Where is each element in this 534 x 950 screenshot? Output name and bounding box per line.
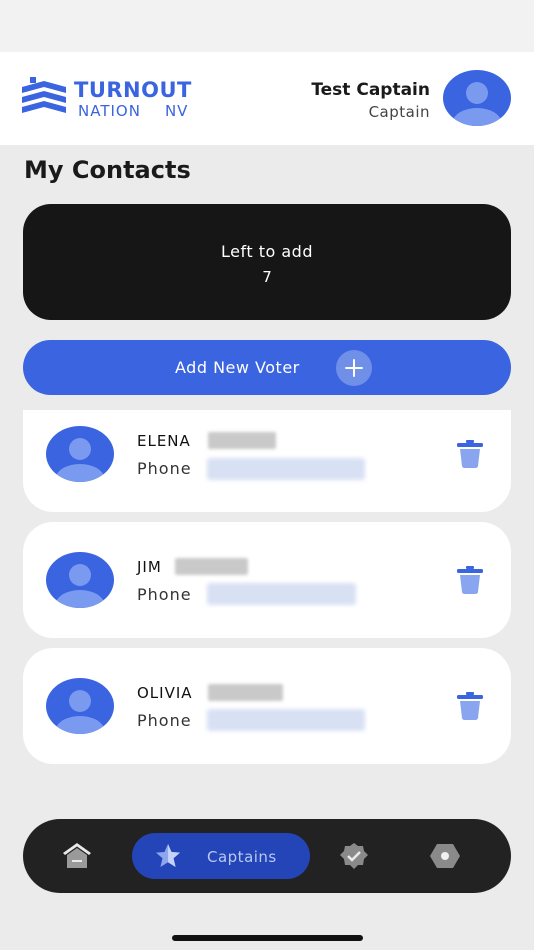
trash-icon[interactable] (457, 692, 483, 720)
badge-check-icon[interactable] (338, 841, 370, 871)
home-indicator (172, 935, 363, 941)
nav-captains-label: Captains (207, 848, 277, 866)
contact-name: JIM (137, 558, 162, 576)
redacted-last-name (208, 684, 283, 701)
add-new-voter-label: Add New Voter (175, 358, 300, 377)
avatar-icon (46, 426, 114, 482)
trash-icon[interactable] (457, 440, 483, 468)
contact-phone-label: Phone (137, 585, 192, 604)
brand-nation: NATION (78, 102, 141, 120)
nav-captains-tab[interactable]: Captains (132, 833, 310, 879)
settings-hex-icon[interactable] (429, 841, 461, 871)
contact-avatar (46, 552, 114, 608)
status-bar (0, 0, 534, 52)
redacted-last-name (175, 558, 248, 575)
avatar-icon (46, 678, 114, 734)
contact-card[interactable]: OLIVIA Phone (23, 648, 511, 764)
trash-icon[interactable] (457, 566, 483, 594)
add-new-voter-button[interactable]: Add New Voter (23, 340, 511, 395)
brand-name: TURNOUT (74, 78, 192, 102)
plus-icon (336, 350, 372, 386)
bottom-navigation: Captains (23, 819, 511, 893)
left-to-add-label: Left to add (221, 242, 313, 261)
contact-card[interactable]: JIM Phone (23, 522, 511, 638)
user-role: Captain (368, 103, 430, 121)
home-icon[interactable] (61, 841, 93, 871)
brand-state: NV (164, 102, 189, 120)
contact-name: ELENA (137, 432, 191, 450)
page-title: My Contacts (24, 156, 191, 184)
user-name: Test Captain (311, 80, 430, 100)
left-to-add-count: 7 (262, 268, 272, 286)
avatar-icon (443, 70, 511, 126)
contact-card[interactable]: ELENA Phone (23, 410, 511, 512)
left-to-add-card: Left to add 7 (23, 204, 511, 320)
redacted-last-name (208, 432, 276, 449)
user-avatar[interactable] (443, 70, 511, 126)
brand-subtitle: NATION NV (78, 102, 188, 120)
redacted-phone-number (207, 583, 356, 605)
contact-name: OLIVIA (137, 684, 193, 702)
contact-avatar (46, 426, 114, 482)
redacted-phone-number (207, 709, 365, 731)
star-icon (156, 844, 180, 867)
contact-phone-label: Phone (137, 459, 192, 478)
app-header: TURNOUT NATION NV Test Captain Captain (0, 52, 534, 145)
turnout-logo-icon (22, 77, 66, 113)
contact-avatar (46, 678, 114, 734)
redacted-phone-number (207, 458, 365, 480)
contact-phone-label: Phone (137, 711, 192, 730)
avatar-icon (46, 552, 114, 608)
